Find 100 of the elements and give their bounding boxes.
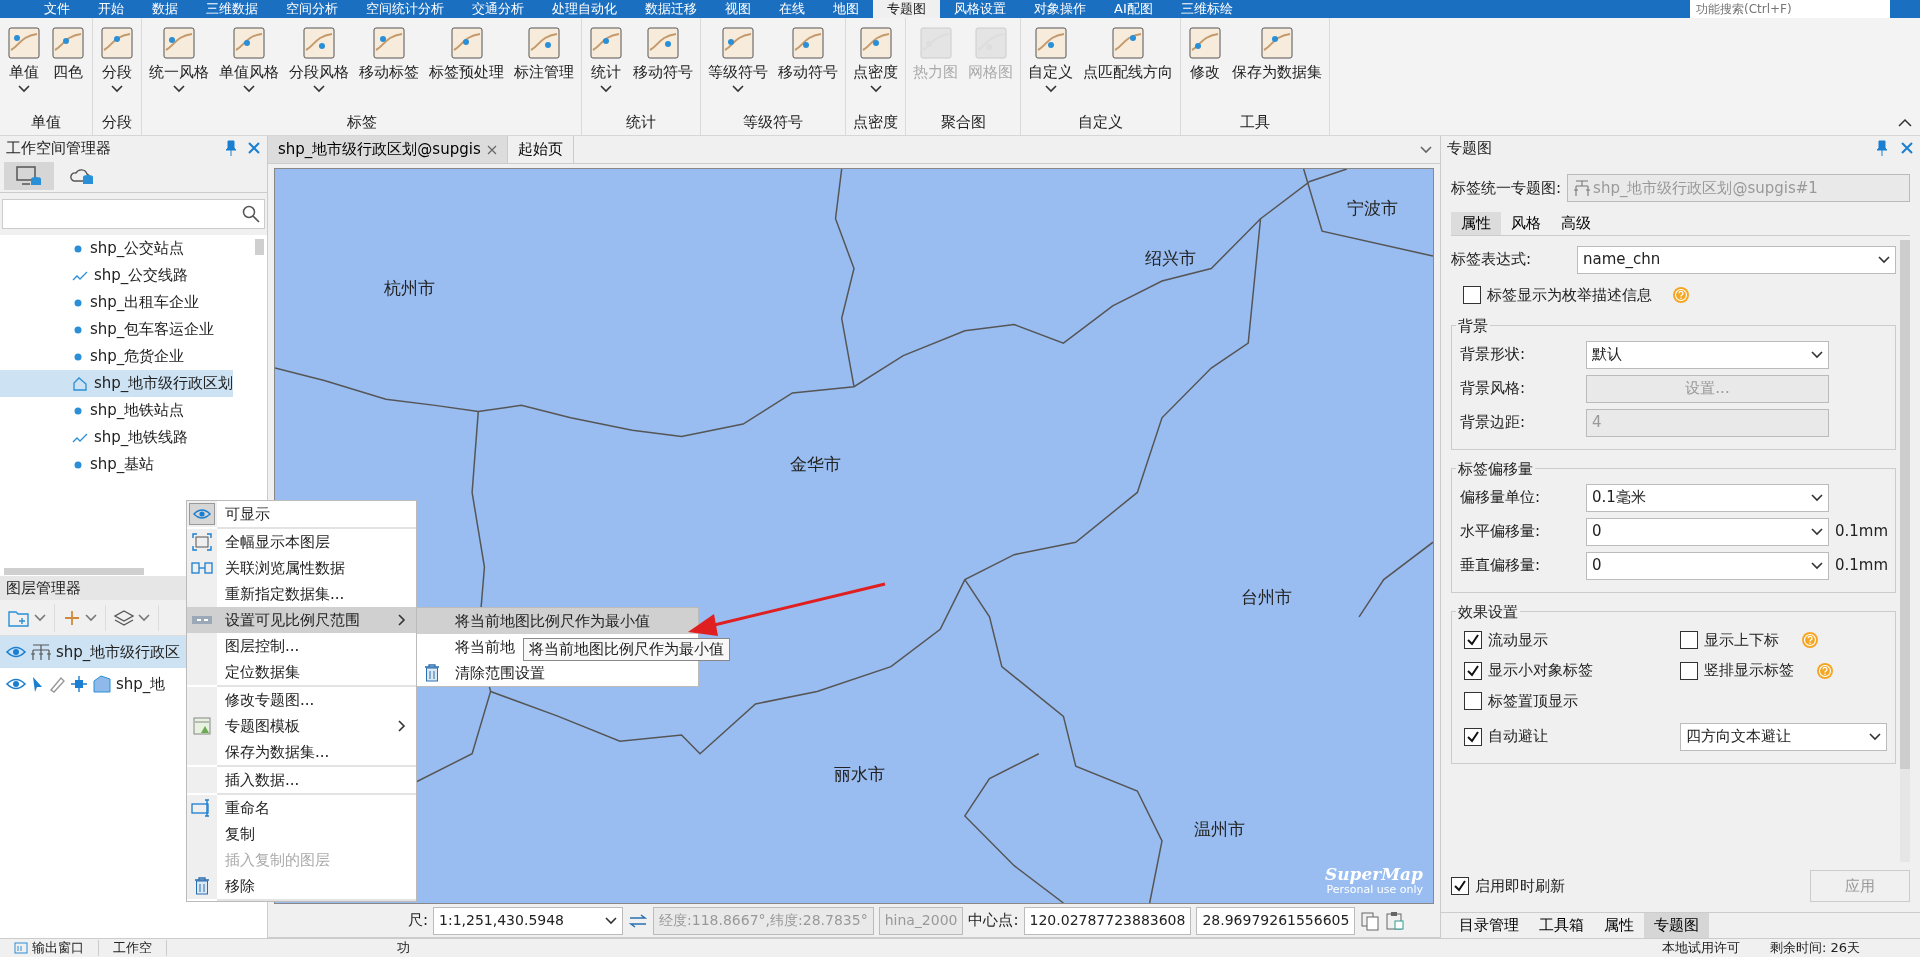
- checkbox[interactable]: [1464, 692, 1482, 711]
- menu-item[interactable]: 可显示: [187, 501, 416, 527]
- menu-tab[interactable]: 数据迁移: [631, 0, 711, 18]
- menu-item[interactable]: 全幅显示本图层: [187, 529, 416, 555]
- search-field[interactable]: [2, 199, 265, 229]
- menu-item[interactable]: 复制: [187, 821, 416, 847]
- tree-item[interactable]: shp_基站: [0, 451, 205, 478]
- select-field[interactable]: 0: [1586, 551, 1829, 580]
- center-y-field[interactable]: 28.96979261556605: [1196, 906, 1356, 935]
- ribbon-button[interactable]: 移动符号: [773, 20, 843, 84]
- tree-item[interactable]: shp_危货企业: [0, 343, 205, 370]
- menu-tab[interactable]: 对象操作: [1020, 0, 1100, 18]
- swap-icon[interactable]: [628, 913, 649, 928]
- panel-tab[interactable]: 属性: [1451, 212, 1501, 235]
- menu-item[interactable]: 插入数据...: [187, 767, 416, 793]
- menu-tab[interactable]: 数据: [138, 0, 192, 18]
- bottom-tab[interactable]: 输出窗口: [0, 939, 99, 957]
- center-x-field[interactable]: 120.02787723883608: [1023, 906, 1192, 935]
- checkbox[interactable]: [1464, 630, 1482, 649]
- ribbon-button[interactable]: 移动标签: [354, 20, 424, 84]
- scale-select[interactable]: 1:1,251,430.5948: [433, 906, 624, 935]
- ribbon-button[interactable]: 修改: [1183, 20, 1227, 84]
- checkbox[interactable]: [1464, 661, 1482, 680]
- menu-item[interactable]: 重命名: [187, 795, 416, 821]
- expression-select[interactable]: name_chn: [1577, 245, 1896, 274]
- select-field[interactable]: 默认: [1586, 340, 1829, 369]
- menu-item[interactable]: 修改专题图...: [187, 687, 416, 713]
- select-field[interactable]: 0: [1586, 517, 1829, 546]
- checkbox[interactable]: [1463, 286, 1481, 305]
- tree-item[interactable]: shp_地市级行政区划: [0, 370, 234, 397]
- ribbon-button[interactable]: 点密度: [848, 20, 903, 95]
- search-field[interactable]: 功能搜索(Ctrl+F): [1690, 0, 1890, 18]
- dock-tab[interactable]: 属性: [1594, 913, 1644, 938]
- tree-item[interactable]: shp_地铁线路: [0, 424, 205, 451]
- menu-tab[interactable]: 处理自动化: [538, 0, 631, 18]
- ribbon-button[interactable]: 四色: [46, 20, 90, 84]
- menu-item[interactable]: 清除范围设置: [417, 660, 698, 686]
- tree-item[interactable]: shp_公交站点: [0, 235, 205, 262]
- menu-tab[interactable]: 三维数据: [192, 0, 272, 18]
- close-icon[interactable]: [247, 141, 261, 155]
- dock-tab[interactable]: 目录管理: [1449, 913, 1529, 938]
- menu-tab[interactable]: 开始: [84, 0, 138, 18]
- menu-tab[interactable]: AI配图: [1100, 0, 1167, 18]
- menu-item[interactable]: 移除: [187, 873, 416, 899]
- ribbon-button[interactable]: 单值风格: [214, 20, 284, 95]
- menu-item[interactable]: 专题图模板: [187, 713, 416, 739]
- select-field[interactable]: 0.1毫米: [1586, 483, 1829, 512]
- tree-item[interactable]: shp_公交线路: [0, 262, 205, 289]
- close-icon[interactable]: [486, 144, 497, 155]
- ribbon-button[interactable]: 点匹配线方向: [1078, 20, 1178, 84]
- checkbox[interactable]: [1679, 661, 1698, 680]
- tree-item[interactable]: shp_地铁站点: [0, 397, 205, 424]
- dock-tab[interactable]: 专题图: [1644, 913, 1709, 938]
- ribbon-button[interactable]: 单值: [2, 20, 46, 95]
- ribbon-button[interactable]: 标注管理: [509, 20, 579, 84]
- ribbon-button[interactable]: 分段风格: [284, 20, 354, 95]
- panel-tab[interactable]: [4, 162, 54, 190]
- menu-tab[interactable]: 专题图: [873, 0, 940, 18]
- ribbon-button[interactable]: 等级符号: [703, 20, 773, 95]
- tree-item[interactable]: shp_出租车企业: [0, 289, 205, 316]
- document-tab[interactable]: 起始页: [507, 136, 574, 163]
- checkbox[interactable]: [1451, 877, 1469, 895]
- checkbox[interactable]: [1464, 727, 1482, 746]
- dock-tab[interactable]: 工具箱: [1529, 913, 1594, 938]
- menu-tab[interactable]: 地图: [819, 0, 873, 18]
- document-tab[interactable]: shp_地市级行政区划@supgis: [268, 136, 508, 163]
- menu-tab[interactable]: 文件: [30, 0, 84, 18]
- ribbon-button[interactable]: 自定义: [1023, 20, 1078, 95]
- checkbox[interactable]: [1679, 630, 1698, 649]
- panel-title: 图层管理器: [6, 578, 81, 598]
- paste-icon[interactable]: [1385, 910, 1406, 931]
- ribbon-button[interactable]: 标签预处理: [424, 20, 509, 84]
- menu-tab[interactable]: 视图: [711, 0, 765, 18]
- menu-tab[interactable]: 空间统计分析: [352, 0, 458, 18]
- close-icon[interactable]: [1900, 141, 1914, 155]
- menu-item[interactable]: 定位数据集: [187, 659, 416, 685]
- ribbon-button[interactable]: 统计: [584, 20, 628, 95]
- ribbon-button[interactable]: 保存为数据集: [1227, 20, 1327, 84]
- collapse-icon[interactable]: [1898, 118, 1912, 127]
- panel-tab[interactable]: 风格: [1501, 212, 1551, 235]
- ribbon-button[interactable]: 分段: [95, 20, 139, 95]
- ribbon-button[interactable]: 统一风格: [144, 20, 214, 95]
- menu-item[interactable]: 重新指定数据集...: [187, 581, 416, 607]
- tree-item[interactable]: shp_包车客运企业: [0, 316, 215, 343]
- menu-tab[interactable]: 在线: [765, 0, 819, 18]
- menu-tab[interactable]: 三维标绘: [1166, 0, 1247, 18]
- select-field[interactable]: 四方向文本避让: [1679, 722, 1887, 751]
- menu-item[interactable]: 保存为数据集...: [187, 739, 416, 765]
- ribbon-button[interactable]: 移动符号: [628, 20, 698, 84]
- bottom-tab[interactable]: 工作空: [99, 939, 167, 957]
- menu-tab[interactable]: 风格设置: [940, 0, 1020, 18]
- eye-icon[interactable]: [6, 677, 26, 691]
- panel-tab[interactable]: 高级: [1551, 212, 1601, 235]
- menu-item[interactable]: 将当前地图比例尺作为最小值: [417, 608, 698, 634]
- copy-icon[interactable]: [1360, 910, 1381, 931]
- menu-tab[interactable]: 交通分析: [458, 0, 538, 18]
- eye-icon[interactable]: [6, 645, 26, 659]
- menu-item[interactable]: 设置可见比例尺范围: [187, 607, 416, 633]
- menu-item[interactable]: 关联浏览属性数据: [187, 555, 416, 581]
- menu-tab[interactable]: 空间分析: [272, 0, 352, 18]
